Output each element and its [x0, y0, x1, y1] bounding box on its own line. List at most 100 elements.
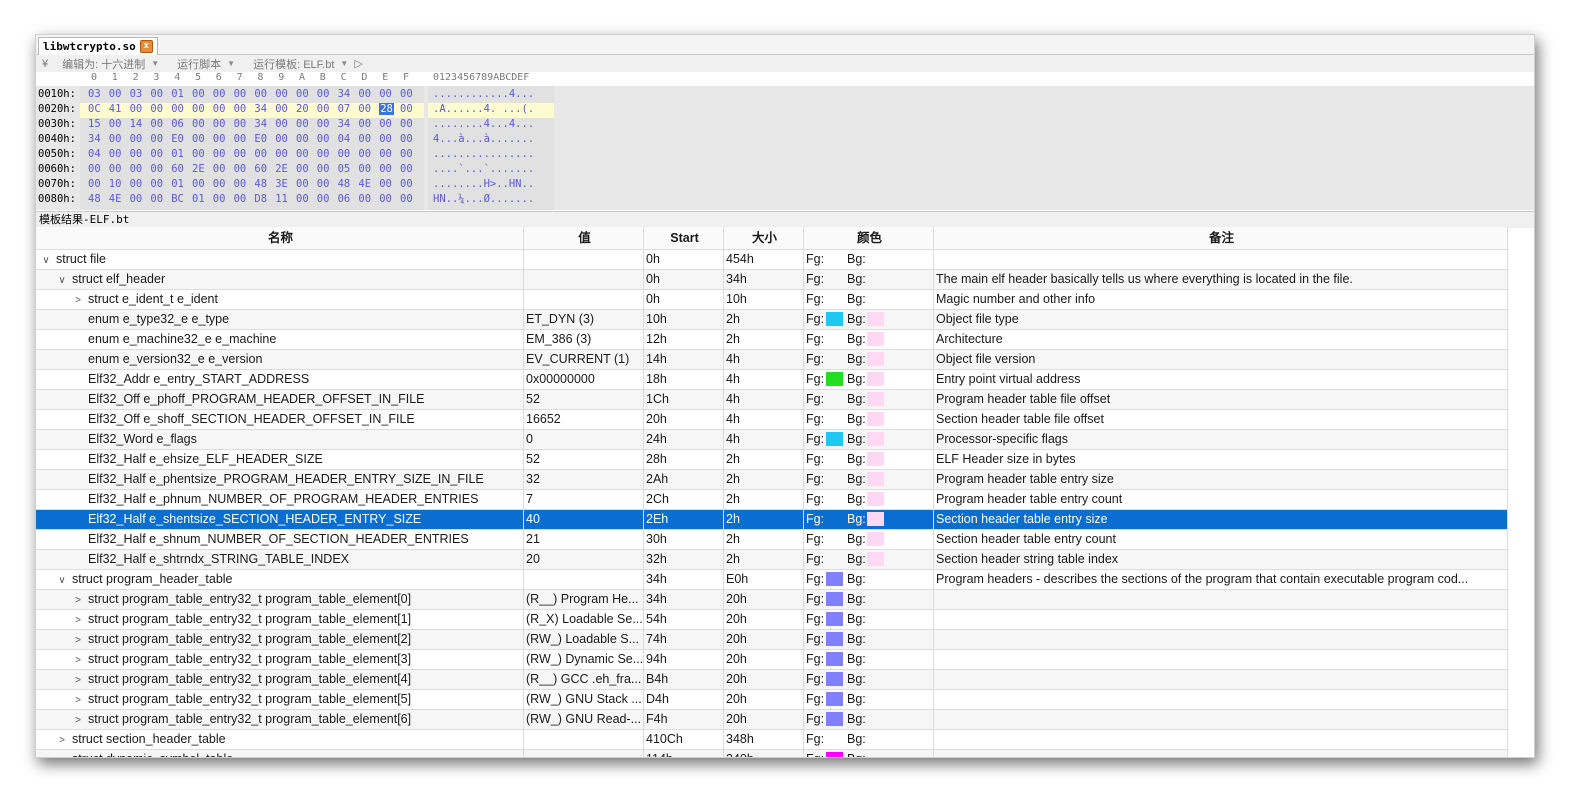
hex-byte[interactable]: 00 — [234, 88, 247, 100]
hex-byte[interactable]: 00 — [338, 148, 351, 160]
hex-byte[interactable]: 00 — [400, 178, 413, 190]
hex-byte[interactable]: 00 — [400, 133, 413, 145]
hex-byte[interactable]: 00 — [213, 148, 226, 160]
hex-byte[interactable]: 00 — [379, 88, 392, 100]
hex-byte[interactable]: 04 — [88, 148, 101, 160]
hex-byte[interactable]: 00 — [109, 133, 122, 145]
fg-color-swatch[interactable] — [826, 432, 843, 446]
hex-byte[interactable]: 00 — [275, 103, 288, 115]
hex-byte[interactable]: 48 — [338, 178, 351, 190]
table-row[interactable]: Elf32_Half e_phnum_NUMBER_OF_PROGRAM_HEA… — [36, 490, 1508, 510]
table-row[interactable]: > struct program_table_entry32_t program_… — [36, 690, 1508, 710]
table-row[interactable]: > struct program_table_entry32_t program_… — [36, 670, 1508, 690]
hex-byte[interactable]: 07 — [338, 103, 351, 115]
hex-byte[interactable]: 00 — [379, 163, 392, 175]
hex-byte[interactable]: 20 — [296, 103, 309, 115]
hex-byte[interactable]: 00 — [234, 163, 247, 175]
hex-byte[interactable]: 11 — [275, 193, 288, 205]
hex-byte[interactable]: 00 — [130, 103, 143, 115]
hex-ascii[interactable]: HN..¼...Ø....... — [433, 193, 534, 205]
fg-color-swatch[interactable] — [826, 572, 843, 586]
hex-byte[interactable]: 00 — [192, 178, 205, 190]
table-row[interactable]: Elf32_Off e_shoff_SECTION_HEADER_OFFSET_… — [36, 410, 1508, 430]
table-row[interactable]: Elf32_Half e_ehsize_ELF_HEADER_SIZE 52 28h… — [36, 450, 1508, 470]
hex-byte[interactable]: 00 — [275, 133, 288, 145]
hex-view[interactable]: 0010h: 03 00 03 00 01 00 00 00 00 00 00 00 34 00 00 00..… — [36, 86, 1534, 210]
hex-ascii[interactable]: ............4... — [433, 88, 534, 100]
table-row[interactable]: > struct program_table_entry32_t program_… — [36, 650, 1508, 670]
hex-byte[interactable]: 00 — [358, 118, 371, 130]
hex-ascii[interactable]: 4...à...à....... — [433, 133, 534, 145]
hex-byte[interactable]: 00 — [317, 163, 330, 175]
hex-byte[interactable]: 00 — [192, 103, 205, 115]
hex-byte[interactable]: 00 — [296, 133, 309, 145]
table-row[interactable]: > struct dynamic_symbol_table 114h340hFg: B… — [36, 750, 1508, 757]
hex-byte[interactable]: 0C — [88, 103, 101, 115]
bg-color-swatch[interactable] — [867, 512, 884, 526]
hex-byte[interactable]: 00 — [358, 103, 371, 115]
fg-color-swatch[interactable] — [826, 312, 843, 326]
table-row[interactable]: > struct program_table_entry32_t program_… — [36, 710, 1508, 730]
hex-byte[interactable]: 03 — [130, 88, 143, 100]
hex-byte[interactable]: 34 — [254, 118, 267, 130]
hex-byte[interactable]: 00 — [400, 163, 413, 175]
hex-byte[interactable]: 00 — [317, 178, 330, 190]
hex-ascii[interactable]: .A......4. ...(. — [433, 103, 534, 115]
hex-byte[interactable]: 03 — [88, 88, 101, 100]
hex-byte[interactable]: 00 — [254, 88, 267, 100]
hex-byte[interactable]: 04 — [338, 133, 351, 145]
hex-byte[interactable]: 00 — [317, 118, 330, 130]
hex-byte[interactable]: 00 — [317, 88, 330, 100]
hex-byte[interactable]: 00 — [213, 133, 226, 145]
hex-byte[interactable]: 00 — [150, 193, 163, 205]
hex-ascii[interactable]: ........4...4... — [433, 118, 534, 130]
hex-byte[interactable]: 00 — [379, 118, 392, 130]
col-header-size[interactable]: 大小 — [724, 227, 804, 249]
hex-byte[interactable]: 00 — [130, 163, 143, 175]
hex-byte[interactable]: 00 — [358, 163, 371, 175]
hex-byte[interactable]: 00 — [150, 163, 163, 175]
hex-byte[interactable]: 00 — [358, 88, 371, 100]
bg-color-swatch[interactable] — [867, 392, 884, 406]
bg-color-swatch[interactable] — [867, 452, 884, 466]
hex-byte[interactable]: 00 — [213, 103, 226, 115]
hex-ascii[interactable]: ....`...`....... — [433, 163, 534, 175]
chevron-right-icon[interactable]: > — [72, 711, 84, 729]
hex-byte[interactable]: 00 — [275, 88, 288, 100]
table-row[interactable]: enum e_type32_e e_type ET_DYN (3) 10h 2h Fg:… — [36, 310, 1508, 330]
hex-byte[interactable]: 00 — [296, 193, 309, 205]
hex-byte[interactable]: E0 — [254, 133, 267, 145]
chevron-right-icon[interactable]: > — [72, 691, 84, 709]
chevron-right-icon[interactable]: > — [56, 751, 68, 757]
bg-color-swatch[interactable] — [867, 492, 884, 506]
play-icon[interactable]: ▷ — [354, 57, 362, 70]
bg-color-swatch[interactable] — [867, 432, 884, 446]
hex-byte[interactable]: 00 — [150, 88, 163, 100]
table-row[interactable]: Elf32_Half e_shentsize_SECTION_HEADER_EN… — [36, 510, 1508, 530]
hex-byte[interactable]: 00 — [400, 193, 413, 205]
hex-byte[interactable]: 01 — [171, 178, 184, 190]
collapse-icon[interactable]: ¥ — [42, 58, 48, 70]
bg-color-swatch[interactable] — [867, 472, 884, 486]
fg-color-swatch[interactable] — [826, 752, 843, 757]
fg-color-swatch[interactable] — [826, 592, 843, 606]
hex-byte[interactable]: 00 — [130, 148, 143, 160]
fg-color-swatch[interactable] — [826, 632, 843, 646]
hex-byte[interactable]: 28 — [379, 103, 394, 115]
hex-byte[interactable]: 00 — [379, 178, 392, 190]
hex-byte[interactable]: 00 — [234, 103, 247, 115]
hex-byte[interactable]: 00 — [379, 148, 392, 160]
chevron-down-icon[interactable]: ∨ — [40, 251, 52, 269]
hex-byte[interactable]: 48 — [88, 193, 101, 205]
hex-byte[interactable]: 00 — [150, 148, 163, 160]
hex-byte[interactable]: 00 — [109, 118, 122, 130]
hex-byte[interactable]: 2E — [192, 163, 205, 175]
col-header-note[interactable]: 备注 — [934, 227, 1508, 249]
bg-color-swatch[interactable] — [867, 372, 884, 386]
hex-byte[interactable]: 00 — [130, 178, 143, 190]
edit-as-dropdown[interactable]: 编辑为: 十六进制 ▼ — [62, 56, 159, 72]
table-row[interactable]: Elf32_Half e_shnum_NUMBER_OF_SECTION_HEA… — [36, 530, 1508, 550]
chevron-down-icon[interactable]: ∨ — [56, 571, 68, 589]
hex-byte[interactable]: 3E — [275, 178, 288, 190]
hex-byte[interactable]: 00 — [213, 178, 226, 190]
